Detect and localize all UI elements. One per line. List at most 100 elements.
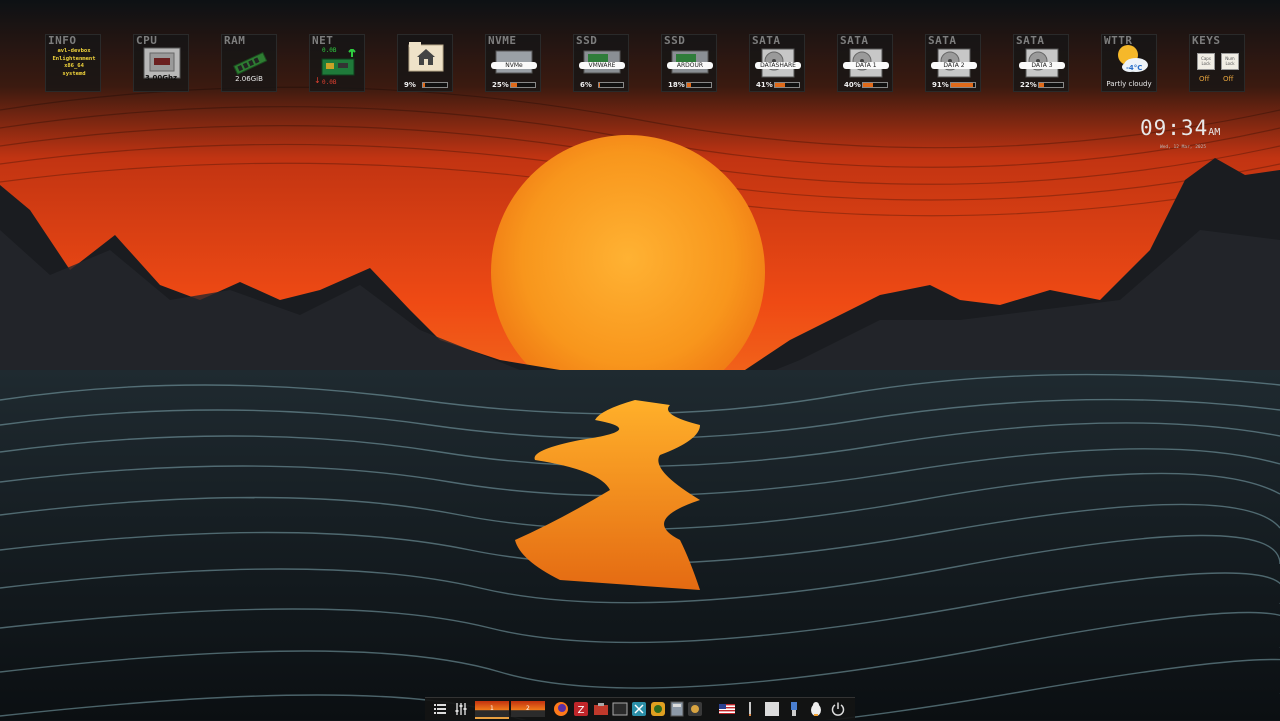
usage-percent: 6% <box>580 81 592 89</box>
firefox-icon <box>554 702 568 716</box>
toolbox-icon <box>594 703 608 715</box>
drive-label: DATASHARE <box>755 62 801 69</box>
usb-device-button[interactable] <box>786 701 802 717</box>
home-folder-icon <box>408 42 444 72</box>
pen-icon <box>749 702 751 716</box>
gadget-title: SATA <box>1016 34 1045 47</box>
init-label: systemd <box>62 70 86 77</box>
drive-label: ARDOUR <box>667 62 713 69</box>
keyboard-layout[interactable] <box>719 701 735 717</box>
gadget-title: INFO <box>48 34 77 47</box>
gadget-title: SATA <box>928 34 957 47</box>
home-disk-gadget[interactable]: 9% <box>397 34 453 92</box>
usage-bar-fill <box>599 83 601 87</box>
weather-gadget[interactable]: WTTR -4°C Partly cloudy <box>1101 34 1157 92</box>
system-info-text: avl-devbox Enlightenment x86_64 systemd <box>50 48 98 78</box>
usage-bar-fill <box>863 83 873 87</box>
cpu-gadget[interactable]: CPU 3.00Ghz <box>133 34 189 92</box>
gadget-title: NVME <box>488 34 517 47</box>
usage-percent: 41% <box>756 81 773 89</box>
virtual-desktop-pager: 1 2 <box>475 699 545 719</box>
sata-data1-gadget[interactable]: SATA DATA 1 40% <box>837 34 893 92</box>
usage-percent: 9% <box>404 81 416 89</box>
net-gadget[interactable]: NET 0.0B 0.0B ↓ <box>309 34 365 92</box>
desktop-1-number: 1 <box>490 705 494 712</box>
usage-bar <box>862 82 888 88</box>
usage-bar-fill <box>951 83 973 87</box>
num-lock-state: Off <box>1223 75 1234 83</box>
usage-bar-fill <box>423 83 426 87</box>
qbittorrent-icon <box>651 702 665 716</box>
weather-condition: Partly cloudy <box>1106 80 1152 88</box>
toolkit-icon <box>632 702 646 716</box>
caps-lock-state: Off <box>1199 75 1210 83</box>
desktop-clock[interactable]: 09:34AM Wed, 12 Mar, 2025 <box>1140 116 1221 150</box>
gadget-title: NET <box>312 34 334 47</box>
gadget-title: SATA <box>752 34 781 47</box>
power-button[interactable] <box>830 701 846 717</box>
usage-bar <box>686 82 712 88</box>
usage-percent: 91% <box>932 81 949 89</box>
pen-tool-button[interactable] <box>742 701 758 717</box>
ssd-vmware-gadget[interactable]: SSD VMWARE 6% <box>573 34 629 92</box>
drive-label: DATA 2 <box>931 62 977 69</box>
net-down-rate: 0.0B <box>322 79 337 86</box>
gadget-title: CPU <box>136 34 158 47</box>
desktop-wallpaper <box>0 0 1280 720</box>
ram-used: 2.06GiB <box>235 75 263 83</box>
sliders-icon <box>455 703 467 715</box>
system-tray-button[interactable] <box>808 701 824 717</box>
tux-icon <box>811 702 821 716</box>
app-launcher-6[interactable] <box>650 701 666 717</box>
clock-ampm: AM <box>1208 127 1221 138</box>
usage-percent: 25% <box>492 81 509 89</box>
gadget-title: KEYS <box>1192 34 1221 47</box>
usage-bar-fill <box>1039 83 1045 87</box>
firefox-launcher[interactable] <box>553 701 569 717</box>
drive-label: DATA 1 <box>843 62 889 69</box>
filezilla-launcher[interactable]: Z <box>573 701 589 717</box>
media-player-icon <box>688 702 702 716</box>
start-menu-button[interactable] <box>432 701 448 717</box>
mixer-button[interactable] <box>453 701 469 717</box>
sata-data2-gadget[interactable]: SATA DATA 2 91% <box>925 34 981 92</box>
app-launcher-8[interactable] <box>687 701 703 717</box>
usage-percent: 40% <box>844 81 861 89</box>
calculator-icon <box>670 701 684 717</box>
app-launcher-7[interactable] <box>669 701 685 717</box>
usage-bar-fill <box>511 83 517 87</box>
window-list-button[interactable] <box>764 701 780 717</box>
app-launcher-5[interactable] <box>631 701 647 717</box>
terminal-launcher[interactable] <box>612 701 628 717</box>
sata-datashare-gadget[interactable]: SATA DATASHARE 41% <box>749 34 805 92</box>
info-gadget[interactable]: INFO avl-devbox Enlightenment x86_64 sys… <box>45 34 101 92</box>
usage-bar <box>774 82 800 88</box>
gadget-title: SATA <box>840 34 869 47</box>
usage-bar <box>598 82 624 88</box>
ram-gadget[interactable]: RAM 2.06GiB <box>221 34 277 92</box>
caps-lock-key-icon: Caps Lock <box>1197 53 1215 70</box>
wm-label: Enlightenment <box>52 55 96 62</box>
usage-bar <box>422 82 448 88</box>
usage-percent: 22% <box>1020 81 1037 89</box>
gadget-title: SSD <box>576 34 598 47</box>
usage-bar <box>510 82 536 88</box>
drive-label: DATA 3 <box>1019 62 1065 69</box>
gadget-title: SSD <box>664 34 686 47</box>
usage-bar-fill <box>775 83 785 87</box>
nvme-disk-gadget[interactable]: NVME NVMe 25% <box>485 34 541 92</box>
svg-text:Z: Z <box>578 705 585 716</box>
keys-gadget[interactable]: KEYS Caps Lock Num Lock Off Off <box>1189 34 1245 92</box>
sata-data3-gadget[interactable]: SATA DATA 3 22% <box>1013 34 1069 92</box>
us-flag-icon <box>719 704 735 714</box>
usage-bar <box>950 82 976 88</box>
ssd-ardour-gadget[interactable]: SSD ARDOUR 18% <box>661 34 717 92</box>
num-lock-key-icon: Num Lock <box>1221 53 1239 70</box>
blank-window-icon <box>765 702 779 716</box>
app-launcher-3[interactable] <box>593 701 609 717</box>
desktop-2-number: 2 <box>526 705 530 712</box>
usage-percent: 18% <box>668 81 685 89</box>
net-up-rate: 0.0B <box>322 47 337 54</box>
gadget-title: RAM <box>224 34 246 47</box>
clock-date: Wed, 12 Mar, 2025 <box>1160 145 1207 150</box>
